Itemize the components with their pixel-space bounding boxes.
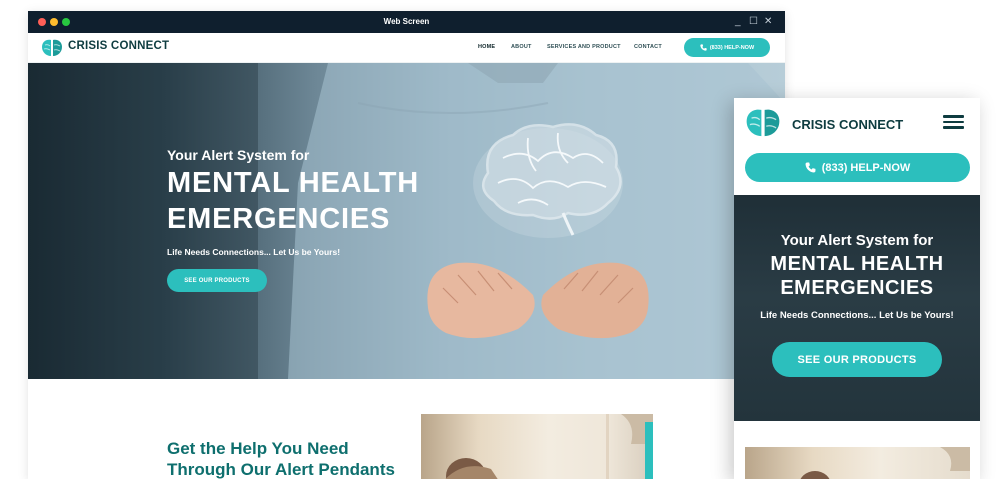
nav-about[interactable]: ABOUT	[511, 44, 532, 50]
nav-services-and-product[interactable]: SERVICES AND PRODUCT	[547, 44, 621, 50]
stage: Web Screen _ ☐ ✕ CRISIS CONNECT HOME ABO…	[0, 0, 1000, 479]
hero-banner: Your Alert System for MENTAL HEALTH EMER…	[28, 63, 785, 379]
brand-name[interactable]: CRISIS CONNECT	[792, 117, 903, 132]
call-helpline-button[interactable]: (833) HELP-NOW	[684, 38, 770, 57]
mobile-preview: CRISIS CONNECT (833) HELP-NOW Your Alert…	[734, 98, 980, 479]
hero-subtitle: Life Needs Connections... Let Us be Your…	[167, 247, 341, 257]
hero-title-line1: MENTAL HEALTH	[770, 253, 944, 275]
hero-title-line2: EMERGENCIES	[167, 203, 391, 235]
desktop-browser-window: Web Screen _ ☐ ✕ CRISIS CONNECT HOME ABO…	[28, 11, 785, 479]
section-title-line2: Through Our Alert Pendants	[167, 460, 395, 479]
alert-pendants-section: Get the Help You Need Through Our Alert …	[28, 379, 785, 479]
phone-icon	[700, 44, 707, 51]
minimize-icon[interactable]: _	[735, 11, 741, 33]
section-photo-distressed-person	[421, 414, 653, 479]
hero-title-line1: MENTAL HEALTH	[167, 167, 420, 199]
close-icon[interactable]: ✕	[764, 11, 772, 33]
brain-logo-icon[interactable]	[745, 108, 781, 138]
hamburger-menu-icon[interactable]	[943, 115, 964, 129]
site-header: CRISIS CONNECT HOME ABOUT SERVICES AND P…	[28, 33, 785, 63]
hero-photo-hands-brain	[28, 63, 785, 379]
nav-contact[interactable]: CONTACT	[634, 44, 662, 50]
nav-home[interactable]: HOME	[478, 44, 495, 50]
hero-tagline: Your Alert System for	[167, 147, 310, 163]
brand-name[interactable]: CRISIS CONNECT	[68, 40, 169, 52]
hero-subtitle: Life Needs Connections... Let Us be Your…	[760, 310, 954, 321]
section-title-line1: Get the Help You Need	[167, 439, 349, 458]
brain-logo-icon[interactable]	[41, 39, 63, 57]
teal-accent-bar	[645, 422, 653, 479]
window-titlebar: Web Screen _ ☐ ✕	[28, 11, 785, 33]
call-helpline-label: (833) HELP-NOW	[709, 44, 755, 51]
hero-tagline: Your Alert System for	[780, 232, 934, 249]
hero-title-line2: EMERGENCIES	[780, 277, 934, 299]
window-title: Web Screen	[383, 17, 430, 26]
see-our-products-button[interactable]: SEE OUR PRODUCTS	[167, 269, 267, 292]
section-photo-distressed-person	[745, 447, 970, 479]
call-helpline-label: (833) HELP-NOW	[821, 161, 911, 174]
mobile-hero-banner: Your Alert System for MENTAL HEALTH EMER…	[734, 195, 980, 421]
maximize-icon[interactable]: ☐	[749, 11, 758, 33]
see-our-products-button[interactable]: SEE OUR PRODUCTS	[772, 342, 942, 377]
call-helpline-button[interactable]: (833) HELP-NOW	[745, 153, 970, 182]
phone-icon	[805, 162, 816, 173]
